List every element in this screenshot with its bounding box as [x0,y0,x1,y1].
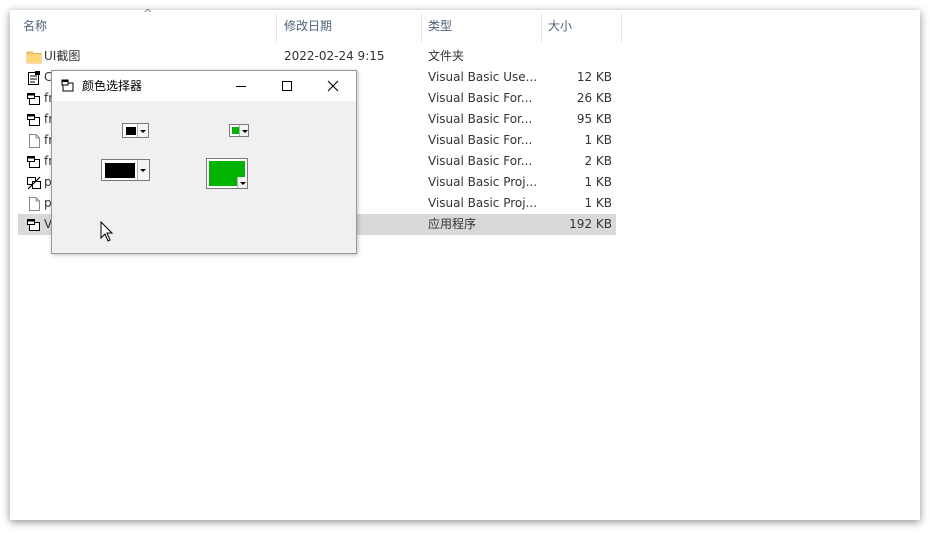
folder-icon [26,49,42,65]
color-picker-large-green[interactable] [206,158,248,189]
file-row[interactable]: UI截图 2022-02-24 9:15 文件夹 [18,46,616,67]
maximize-button[interactable] [264,71,310,101]
file-type: Visual Basic Use... [428,70,538,84]
color-picker-small-black[interactable] [122,123,149,138]
color-swatch [232,127,239,134]
form-titlebar[interactable]: 颜色选择器 [52,71,356,101]
file-type: Visual Basic For... [428,133,533,147]
file-type: Visual Basic Proj... [428,196,538,210]
close-icon [327,80,339,92]
file-size: 12 KB [576,70,612,84]
chevron-down-icon[interactable] [239,125,248,136]
file-type: Visual Basic For... [428,154,533,168]
minimize-button[interactable] [218,71,264,101]
file-type: Visual Basic Proj... [428,175,538,189]
column-divider[interactable] [421,14,422,42]
form-title: 颜色选择器 [82,79,143,93]
chevron-down-icon[interactable] [137,160,149,180]
file-icon [26,196,42,212]
chevron-down-icon[interactable] [237,177,247,188]
file-type: Visual Basic For... [428,112,533,126]
column-header-type[interactable]: 类型 [428,10,452,42]
column-divider[interactable] [541,14,542,42]
file-type: Visual Basic For... [428,91,533,105]
color-picker-large-black[interactable] [101,159,150,181]
color-swatch [126,127,136,135]
minimize-icon [236,86,246,87]
file-size: 2 KB [584,154,612,168]
vb-form-icon [26,217,42,233]
vb-usercontrol-icon [26,70,42,86]
file-type: 应用程序 [428,217,477,231]
vb-project-icon [26,175,42,191]
column-header-name[interactable]: 名称 [23,10,47,42]
sort-ascending-icon: ^ [143,7,153,20]
file-icon [26,133,42,149]
file-name: UI截图 [44,49,81,63]
color-swatch [105,163,135,178]
close-button[interactable] [310,71,356,101]
mouse-cursor-icon [100,221,114,242]
vb-form-icon [61,79,74,92]
maximize-icon [282,81,292,91]
file-size: 1 KB [584,175,612,189]
column-divider[interactable] [621,14,622,42]
vb-form-icon [26,154,42,170]
column-header-date[interactable]: 修改日期 [284,10,332,42]
column-header-size[interactable]: 大小 [548,10,572,42]
color-picker-form-window[interactable]: 颜色选择器 [51,70,357,254]
file-size: 95 KB [576,112,612,126]
column-divider[interactable] [276,14,277,42]
file-modified-date: 2022-02-24 9:15 [284,49,385,63]
file-size: 1 KB [584,196,612,210]
color-picker-small-green[interactable] [229,124,249,137]
vb-form-icon [26,112,42,128]
vb-form-icon [26,91,42,107]
file-size: 1 KB [584,133,612,147]
file-size: 192 KB [569,217,612,231]
file-size: 26 KB [576,91,612,105]
chevron-down-icon[interactable] [137,124,148,137]
file-type: 文件夹 [428,49,465,63]
